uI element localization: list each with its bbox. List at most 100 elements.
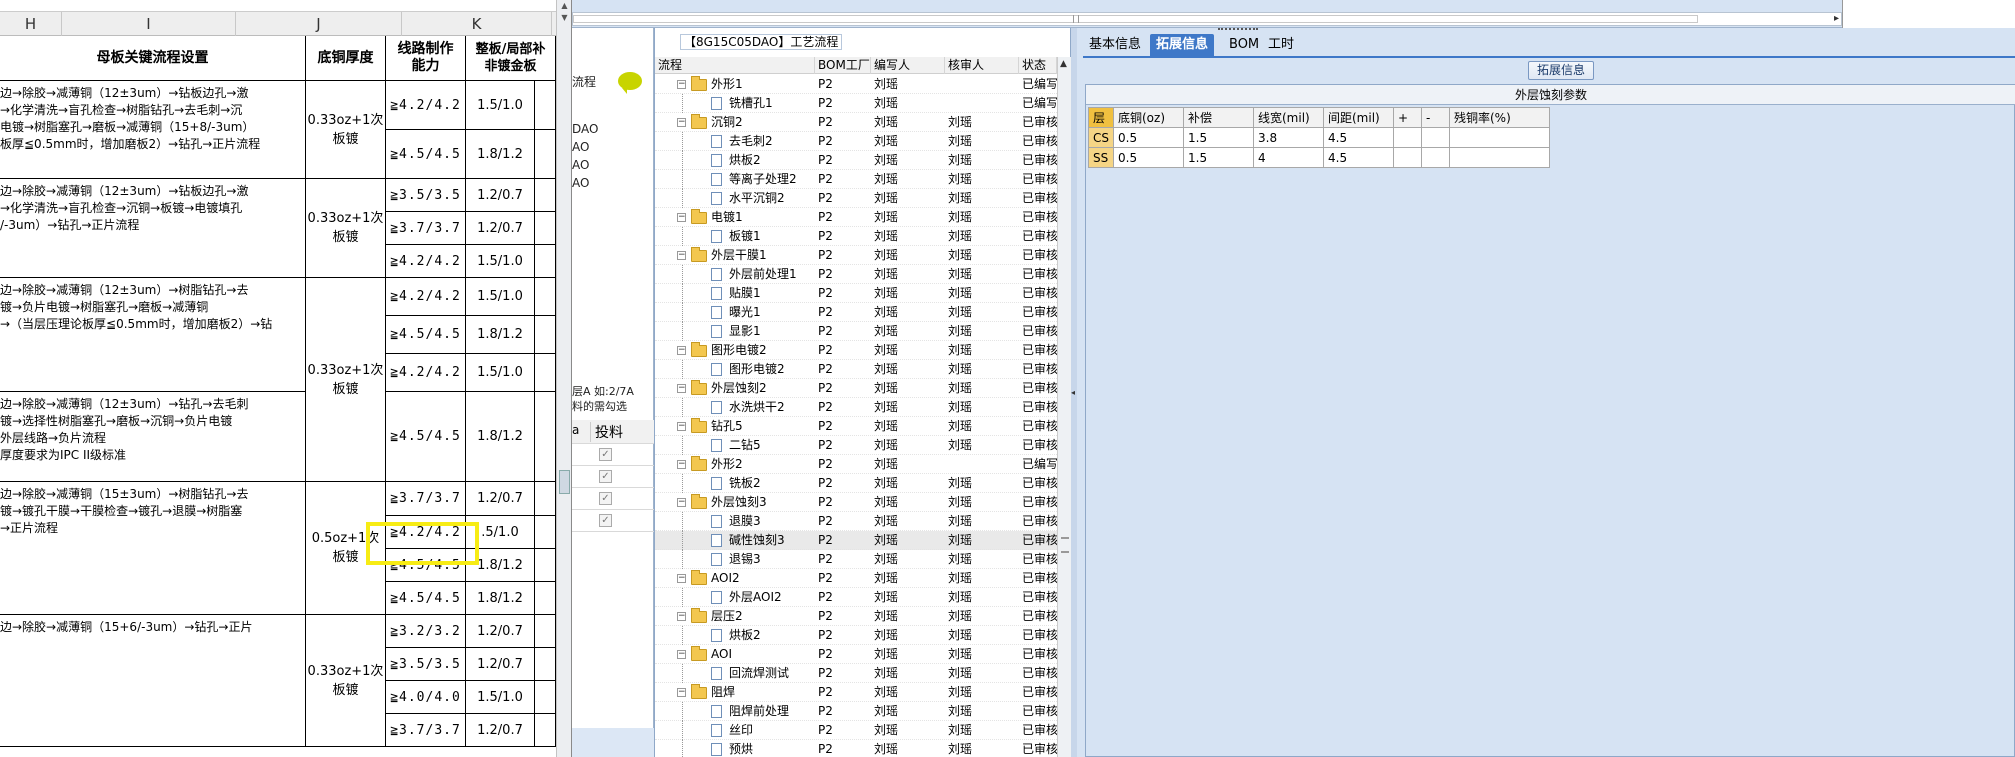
params-cell[interactable]: 4 — [1253, 147, 1324, 168]
collapse-toggle-icon[interactable]: − — [677, 460, 686, 469]
process-tree-row[interactable]: − 电镀1 P2 刘瑶 刘瑶 已审核 — [655, 208, 1058, 227]
extra-cell[interactable] — [535, 130, 556, 179]
extra-cell[interactable] — [535, 681, 556, 714]
plating-cell[interactable]: 1.2/0.7 — [466, 615, 535, 648]
tab-work-hours[interactable]: 工时 — [1262, 34, 1300, 56]
plating-cell[interactable]: 1.5/1.0 — [466, 354, 535, 392]
tab-basic-info[interactable]: 基本信息 — [1083, 34, 1147, 56]
extra-cell[interactable] — [535, 516, 556, 549]
process-description-cell[interactable]: 边→除胶→减薄铜（12±3um）→钻板边孔→激 →化学清洗→盲孔检查→沉铜→板镀… — [0, 179, 306, 278]
params-header-cell[interactable]: 底铜(oz) — [1113, 107, 1184, 128]
col-header-factory[interactable]: BOM工厂 — [815, 57, 871, 74]
params-header-cell[interactable]: 线宽(mil) — [1253, 107, 1324, 128]
extra-cell[interactable] — [535, 615, 556, 648]
col-header-status[interactable]: 状态 — [1019, 57, 1057, 74]
spreadsheet-grid[interactable]: 母板关键流程设置 底铜厚度 线路制作 能力 整板/局部补 非镀金板 边→除胶→减薄铜（12±… — [0, 36, 556, 757]
process-tree-row[interactable]: 曝光1 P2 刘瑶 刘瑶 已审核 — [655, 303, 1058, 322]
line-capability-cell[interactable]: ≧4.2/4.2 — [386, 81, 466, 130]
params-header-cell[interactable]: 层 — [1088, 107, 1114, 128]
col-header-writer[interactable]: 编写人 — [871, 57, 945, 74]
extra-cell[interactable] — [535, 354, 556, 392]
process-tree-row[interactable]: 丝印 P2 刘瑶 刘瑶 已审核 — [655, 721, 1058, 740]
params-cell[interactable] — [1449, 127, 1550, 148]
line-capability-cell[interactable]: ≧3.7/3.7 — [386, 212, 466, 245]
process-tree-row[interactable]: 贴膜1 P2 刘瑶 刘瑶 已审核 — [655, 284, 1058, 303]
params-cell[interactable]: 0.5 — [1113, 147, 1184, 168]
process-tree-row[interactable]: − 外层蚀刻3 P2 刘瑶 刘瑶 已审核 — [655, 493, 1058, 512]
column-header-h[interactable]: H — [0, 12, 62, 36]
process-tree-row[interactable]: 预烘 P2 刘瑶 刘瑶 已审核 — [655, 740, 1058, 757]
extra-cell[interactable] — [535, 179, 556, 212]
panel-splitter[interactable] — [1071, 28, 1077, 757]
extra-cell[interactable] — [535, 81, 556, 130]
process-tree-row[interactable]: − 外层蚀刻2 P2 刘瑶 刘瑶 已审核 — [655, 379, 1058, 398]
plating-cell[interactable]: 1.8/1.2 — [466, 582, 535, 615]
process-tree-row[interactable]: 回流焊测试 P2 刘瑶 刘瑶 已审核 — [655, 664, 1058, 683]
scroll-up-icon[interactable]: ▲ — [1060, 59, 1067, 69]
scrollbar-grip[interactable] — [1061, 537, 1069, 553]
feed-checkbox[interactable]: ✓ — [599, 514, 612, 527]
params-cell[interactable] — [1393, 127, 1422, 148]
collapse-toggle-icon[interactable]: − — [677, 213, 686, 222]
collapse-toggle-icon[interactable]: − — [677, 118, 686, 127]
base-copper-cell[interactable]: 0.33oz+1次 板镀 — [306, 278, 386, 482]
process-tree-row[interactable]: 外层AOI2 P2 刘瑶 刘瑶 已审核 — [655, 588, 1058, 607]
header-plating[interactable]: 整板/局部补 非镀金板 — [466, 36, 556, 81]
collapse-toggle-icon[interactable]: − — [677, 650, 686, 659]
line-capability-cell[interactable]: ≧4.2/4.2 — [386, 354, 466, 392]
params-header-cell[interactable]: - — [1421, 107, 1450, 128]
plating-cell[interactable]: 1.2/0.7 — [466, 179, 535, 212]
base-copper-cell[interactable]: 0.33oz+1次 板镀 — [306, 179, 386, 278]
params-cell[interactable]: SS — [1088, 147, 1114, 168]
scroll-up-icon[interactable]: ▲ — [559, 1, 570, 11]
line-capability-cell[interactable]: ≧4.5/4.5 — [386, 582, 466, 615]
extra-cell[interactable] — [535, 278, 556, 316]
process-tree-row[interactable]: − AOI2 P2 刘瑶 刘瑶 已审核 — [655, 569, 1058, 588]
col-header-reviewer[interactable]: 核审人 — [945, 57, 1019, 74]
line-capability-cell[interactable]: ≧3.5/3.5 — [386, 179, 466, 212]
base-copper-cell[interactable]: 0.33oz+1次 板镀 — [306, 81, 386, 179]
process-tree-row[interactable]: − 外形2 P2 刘瑶 已编写 — [655, 455, 1058, 474]
params-cell[interactable]: 4.5 — [1323, 147, 1394, 168]
line-capability-cell[interactable]: ≧4.2/4.2 — [386, 245, 466, 278]
process-tree-row[interactable]: − 钻孔5 P2 刘瑶 刘瑶 已审核 — [655, 417, 1058, 436]
process-tree-row[interactable]: 水洗烘干2 P2 刘瑶 刘瑶 已审核 — [655, 398, 1058, 417]
params-cell[interactable] — [1421, 127, 1450, 148]
process-description-cell[interactable]: 边→除胶→减薄铜（12±3um）→钻孔→去毛刺 镀→选择性树脂塞孔→磨板→沉铜→… — [0, 392, 306, 482]
scroll-down-icon[interactable]: ▼ — [559, 13, 570, 23]
params-header-cell[interactable]: + — [1393, 107, 1422, 128]
line-capability-cell[interactable]: ≧3.5/3.5 — [386, 648, 466, 681]
top-grip[interactable] — [1218, 28, 1258, 33]
scrollbar-thumb[interactable] — [573, 15, 1698, 23]
tab-extended-info[interactable]: 拓展信息 — [1150, 34, 1215, 56]
plating-cell[interactable]: 1.2/0.7 — [466, 212, 535, 245]
extra-cell[interactable] — [535, 648, 556, 681]
plating-cell[interactable]: 1.5/1.0 — [466, 81, 535, 130]
process-tree-row[interactable]: 图形电镀2 P2 刘瑶 刘瑶 已审核 — [655, 360, 1058, 379]
process-tree-row[interactable]: 显影1 P2 刘瑶 刘瑶 已审核 — [655, 322, 1058, 341]
process-description-cell[interactable]: 边→除胶→减薄铜（15+6/-3um）→钻孔→正片 — [0, 615, 306, 747]
params-header-cell[interactable]: 残铜率(%) — [1449, 107, 1550, 128]
formula-bar[interactable] — [0, 0, 556, 12]
plating-cell[interactable]: 1.2/0.7 — [466, 714, 535, 747]
process-tree-row[interactable]: 板镀1 P2 刘瑶 刘瑶 已审核 — [655, 227, 1058, 246]
plating-cell[interactable]: 1.8/1.2 — [466, 316, 535, 354]
process-tree-row[interactable]: − 阻焊 P2 刘瑶 刘瑶 已审核 — [655, 683, 1058, 702]
params-cell[interactable]: 0.5 — [1113, 127, 1184, 148]
params-cell[interactable]: 4.5 — [1323, 127, 1394, 148]
process-tree-row[interactable]: 阻焊前处理 P2 刘瑶 刘瑶 已审核 — [655, 702, 1058, 721]
process-scrollbar[interactable]: ▲ — [1057, 57, 1072, 757]
chat-bubble-icon[interactable] — [618, 72, 642, 94]
collapse-toggle-icon[interactable]: − — [677, 346, 686, 355]
horizontal-scrollbar[interactable]: ▸ — [572, 12, 1842, 26]
column-header-j[interactable]: J — [236, 12, 402, 36]
feed-checkbox[interactable]: ✓ — [599, 470, 612, 483]
header-process[interactable]: 母板关键流程设置 — [0, 36, 306, 81]
process-tree-row[interactable]: 退膜3 P2 刘瑶 刘瑶 已审核 — [655, 512, 1058, 531]
process-tree-row[interactable]: 外层前处理1 P2 刘瑶 刘瑶 已审核 — [655, 265, 1058, 284]
line-capability-cell[interactable]: ≧4.2/4.2 — [386, 278, 466, 316]
process-description-cell[interactable]: 边→除胶→减薄铜（12±3um）→树脂钻孔→去 镀→负片电镀→树脂塞孔→磨板→减… — [0, 278, 306, 392]
extra-cell[interactable] — [535, 245, 556, 278]
header-line-capability[interactable]: 线路制作 能力 — [386, 36, 466, 81]
params-header-cell[interactable]: 间距(mil) — [1323, 107, 1394, 128]
